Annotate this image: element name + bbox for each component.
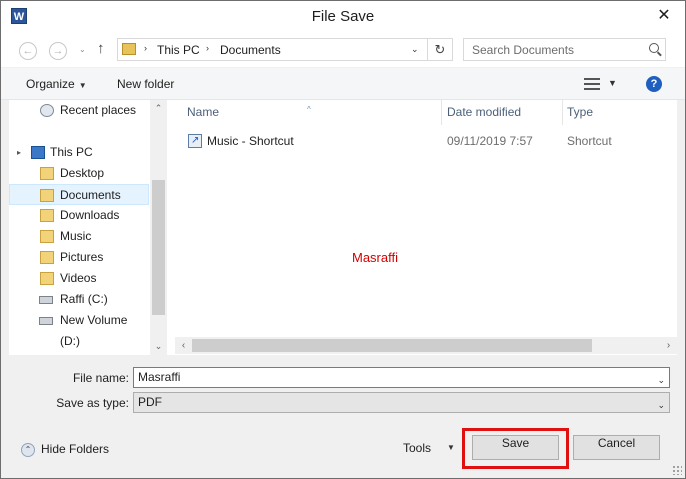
file-date-modified: 09/11/2019 7:57 xyxy=(447,134,533,148)
nav-item-desktop[interactable]: Desktop xyxy=(9,163,149,184)
column-name-label: Name xyxy=(187,105,220,119)
navigation-row: ← → ⌄ ↑ › This PC › Documents ⌄ ↻ Search… xyxy=(1,33,685,67)
collapse-chevron-icon: ⌃ xyxy=(21,442,35,457)
dialog-title: File Save xyxy=(311,8,375,25)
refresh-icon[interactable]: ↻ xyxy=(427,39,452,60)
nav-item-this-pc[interactable]: ▸ This PC xyxy=(9,142,149,163)
search-placeholder: Search Documents xyxy=(472,43,575,57)
nav-item-label: Music xyxy=(60,229,92,243)
folder-icon xyxy=(40,230,54,243)
save-button[interactable]: Save xyxy=(472,435,559,460)
nav-pane-scrollbar[interactable]: ⌃ ⌄ xyxy=(150,100,167,355)
nav-item-new-volume-d[interactable]: New Volume (D:) xyxy=(9,310,149,348)
folder-icon xyxy=(40,209,54,222)
file-name: Music - Shortcut xyxy=(207,134,294,148)
back-arrow-icon[interactable]: ← xyxy=(19,42,37,60)
command-toolbar: Organize ▼ New folder ▼ ? xyxy=(1,67,685,100)
save-as-type-select[interactable]: PDF ⌄ xyxy=(133,392,670,413)
file-name-dropdown-icon[interactable]: ⌄ xyxy=(657,371,665,390)
column-header-type[interactable]: Type xyxy=(547,100,657,125)
scroll-down-icon[interactable]: ⌄ xyxy=(150,338,167,355)
folder-icon xyxy=(122,43,136,55)
tools-dropdown-icon[interactable]: ▼ xyxy=(447,443,455,452)
nav-item-music[interactable]: Music xyxy=(9,226,149,247)
save-as-type-dropdown-icon[interactable]: ⌄ xyxy=(657,396,665,415)
nav-item-downloads[interactable]: Downloads xyxy=(9,205,149,226)
nav-item-label: Documents xyxy=(60,188,121,202)
nav-item-raffi-c[interactable]: Raffi (C:) xyxy=(9,289,149,310)
breadcrumb-this-pc[interactable]: This PC xyxy=(157,43,200,57)
nav-item-label: New Volume (D:) xyxy=(60,313,128,348)
breadcrumb-separator[interactable]: › xyxy=(206,43,209,53)
shortcut-icon xyxy=(188,132,202,150)
address-bar[interactable]: › This PC › Documents ⌄ ↻ xyxy=(117,38,453,61)
navigation-pane[interactable]: Recent places ▸ This PC Desktop Document… xyxy=(9,100,149,355)
organize-button[interactable]: Organize ▼ xyxy=(26,77,87,91)
save-as-type-label: Save as type: xyxy=(56,396,129,410)
folder-icon xyxy=(40,167,54,180)
nav-item-recent-places[interactable]: Recent places xyxy=(9,100,149,121)
recent-locations-dropdown-icon[interactable]: ⌄ xyxy=(79,45,86,54)
save-as-type-value: PDF xyxy=(138,395,162,409)
cancel-button[interactable]: Cancel xyxy=(573,435,660,460)
nav-item-label: Recent places xyxy=(60,103,137,117)
column-header-date-modified[interactable]: Date modified xyxy=(427,100,562,125)
sort-ascending-icon: ^ xyxy=(307,105,311,114)
nav-item-label: Pictures xyxy=(60,250,104,264)
breadcrumb-documents[interactable]: Documents xyxy=(220,43,281,57)
title-bar: W File Save ✕ xyxy=(1,1,685,33)
close-button[interactable]: ✕ xyxy=(647,1,681,31)
scroll-left-icon[interactable]: ‹ xyxy=(175,337,192,354)
tools-button[interactable]: Tools xyxy=(403,441,431,455)
hide-folders-button[interactable]: ⌃ Hide Folders xyxy=(21,442,109,457)
breadcrumb-separator[interactable]: › xyxy=(144,43,147,53)
file-type: Shortcut xyxy=(567,134,612,148)
folder-icon xyxy=(40,251,54,264)
content-area: Recent places ▸ This PC Desktop Document… xyxy=(9,100,677,355)
view-dropdown-icon[interactable]: ▼ xyxy=(608,78,617,88)
recent-places-icon xyxy=(40,104,54,117)
folder-icon xyxy=(40,189,54,202)
file-row[interactable]: Music - Shortcut 09/11/2019 7:57 Shortcu… xyxy=(167,132,677,150)
help-icon[interactable]: ? xyxy=(646,76,662,92)
file-list[interactable]: Name ^ Date modified Type Music - Shortc… xyxy=(167,100,677,355)
drive-icon xyxy=(39,296,53,304)
view-options-icon[interactable] xyxy=(584,78,600,90)
file-name-value: Masraffi xyxy=(138,370,181,384)
watermark-text: Masraffi xyxy=(352,250,398,265)
expand-chevron-icon[interactable]: ▸ xyxy=(17,142,21,163)
nav-item-label: Raffi (C:) xyxy=(60,292,108,306)
nav-item-documents[interactable]: Documents xyxy=(9,184,149,205)
column-header-name[interactable]: Name ^ xyxy=(167,100,441,125)
address-dropdown-icon[interactable]: ⌄ xyxy=(411,44,419,55)
file-save-dialog: W File Save ✕ ← → ⌄ ↑ › This PC › Docume… xyxy=(0,0,686,479)
scrollbar-thumb[interactable] xyxy=(192,339,592,352)
hide-folders-label: Hide Folders xyxy=(41,442,110,456)
up-arrow-icon[interactable]: ↑ xyxy=(97,40,105,57)
computer-icon xyxy=(31,146,45,159)
nav-item-label: Videos xyxy=(60,271,97,285)
file-list-horizontal-scrollbar[interactable]: ‹ › xyxy=(175,337,677,354)
nav-item-label: Desktop xyxy=(60,166,105,180)
nav-item-label: Downloads xyxy=(60,208,120,222)
drive-icon xyxy=(39,317,53,325)
forward-arrow-icon[interactable]: → xyxy=(49,42,67,60)
nav-item-pictures[interactable]: Pictures xyxy=(9,247,149,268)
search-icon[interactable] xyxy=(649,43,659,53)
resize-grip[interactable] xyxy=(672,465,682,475)
new-folder-button[interactable]: New folder xyxy=(117,77,174,91)
caret-down-icon: ▼ xyxy=(78,81,87,90)
scroll-right-icon[interactable]: › xyxy=(660,337,677,354)
file-name-field[interactable]: Masraffi ⌄ xyxy=(133,367,670,388)
folder-icon xyxy=(40,272,54,285)
scrollbar-thumb[interactable] xyxy=(152,180,165,315)
search-input[interactable]: Search Documents xyxy=(463,38,666,61)
nav-item-videos[interactable]: Videos xyxy=(9,268,149,289)
scroll-up-icon[interactable]: ⌃ xyxy=(150,100,167,117)
organize-label: Organize xyxy=(26,77,75,91)
file-name-label: File name: xyxy=(72,371,129,385)
nav-item-label: This PC xyxy=(50,145,93,159)
